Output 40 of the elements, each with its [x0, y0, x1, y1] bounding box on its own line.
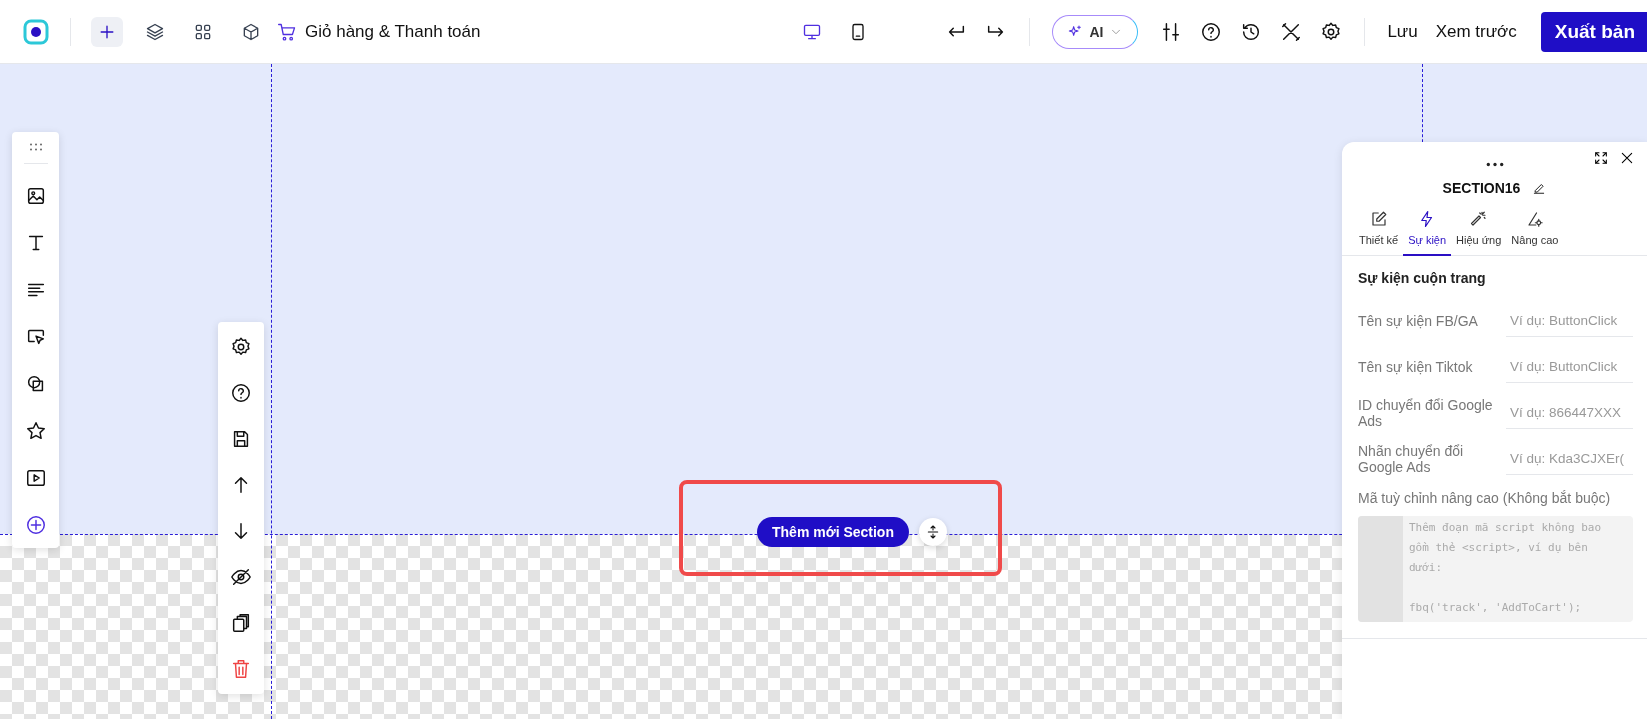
panel-tab[interactable]: Nâng cao	[1506, 206, 1564, 256]
help-icon[interactable]	[1200, 20, 1223, 43]
expand-icon[interactable]	[1593, 150, 1609, 166]
plus-button[interactable]	[91, 16, 123, 47]
field-label: Tên sự kiện FB/GA	[1358, 313, 1479, 329]
copy-icon[interactable]	[230, 612, 252, 634]
close-icon[interactable]	[1619, 150, 1635, 166]
tools-icon[interactable]	[1280, 20, 1303, 43]
section-heading: Sự kiện cuộn trang	[1358, 270, 1487, 286]
logo-icon[interactable]	[22, 17, 50, 46]
settings-icon[interactable]	[1320, 20, 1343, 43]
code-editor[interactable]: Thêm đoạn mã script không bao gồm thẻ <script>, ví dụ bên dưới: fbq('track', 'AddToCart');	[1358, 516, 1633, 622]
settings-icon[interactable]	[230, 336, 252, 358]
trash-icon[interactable]	[230, 658, 252, 680]
section-title: SECTION16	[1442, 180, 1521, 196]
help-icon[interactable]	[230, 382, 252, 404]
magic-wand-icon	[1469, 210, 1488, 228]
video-icon[interactable]	[24, 467, 47, 489]
panel-tab[interactable]: Thiết kế	[1354, 206, 1404, 256]
add-section-button[interactable]: Thêm mới Section	[757, 517, 909, 547]
panel-tab[interactable]: Hiệu ứng	[1451, 206, 1507, 256]
field-label: ID chuyển đổi Google Ads	[1358, 397, 1494, 429]
panel-tab[interactable]: Sự kiện	[1403, 206, 1452, 256]
field-label: Nhãn chuyển đổi Google Ads	[1358, 443, 1465, 475]
cube-icon	[241, 21, 261, 42]
field-label: Mã tuỳ chỉnh nâng cao (Không bắt buộc)	[1358, 490, 1612, 506]
edit-icon[interactable]	[1532, 181, 1547, 195]
cart-link[interactable]: Giỏ hàng & Thanh toán	[277, 21, 481, 42]
cart-icon	[277, 21, 297, 42]
save-link[interactable]: Lưu	[1387, 21, 1418, 42]
add-icon[interactable]	[24, 514, 47, 536]
layers-icon	[145, 21, 165, 42]
preview-link[interactable]: Xem trước	[1435, 21, 1517, 42]
star-icon[interactable]	[24, 420, 47, 442]
publish-button[interactable]: Xuất bản	[1540, 11, 1647, 52]
field-label: Tên sự kiện Tiktok	[1358, 359, 1474, 375]
resize-icon	[925, 524, 941, 540]
eye-off-icon[interactable]	[230, 566, 252, 588]
edit-icon	[1369, 210, 1388, 228]
drag-handle-icon[interactable]	[1484, 161, 1505, 168]
